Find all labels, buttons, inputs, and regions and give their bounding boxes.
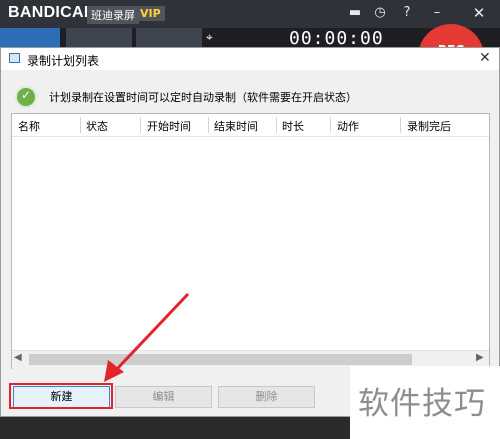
column-status[interactable]: 状态 — [86, 118, 108, 134]
scroll-left-icon[interactable]: ◀ — [14, 352, 22, 363]
column-divider[interactable] — [140, 117, 141, 133]
dialog-title: 录制计划列表 — [27, 54, 100, 68]
screen-mode-button[interactable] — [0, 28, 60, 48]
device-mode-button[interactable] — [136, 28, 202, 48]
column-end-time[interactable]: 结束时间 — [214, 118, 258, 134]
column-action[interactable]: 动作 — [337, 118, 359, 134]
clock-icon[interactable]: ◷ — [371, 4, 389, 22]
highlight-frame — [9, 383, 113, 409]
app-logo: BANDICAM — [8, 4, 98, 21]
column-divider[interactable] — [80, 117, 81, 133]
scroll-right-icon[interactable]: ▶ — [476, 352, 484, 363]
app-name-badge: 班迪录屏 — [87, 6, 139, 24]
mouse-icon[interactable]: ⌖ — [206, 30, 226, 48]
list-header: 名称 状态 开始时间 结束时间 时长 动作 录制完后 — [12, 114, 489, 137]
column-start-time[interactable]: 开始时间 — [147, 118, 191, 134]
window-icon — [9, 53, 20, 63]
column-divider[interactable] — [208, 117, 209, 133]
schedule-list[interactable]: 名称 状态 开始时间 结束时间 时长 动作 录制完后 ◀ ▶ — [11, 113, 490, 369]
column-duration[interactable]: 时长 — [282, 118, 304, 134]
dialog-title-bar: 录制计划列表 ✕ — [1, 48, 499, 70]
column-after-recording[interactable]: 录制完后 — [407, 118, 451, 134]
watermark-text: 软件技巧 — [358, 386, 486, 422]
app-title-bar: BANDICAM 班迪录屏 VIP ▬ ◷ ? – ✕ — [0, 0, 500, 28]
scrollbar-thumb[interactable] — [29, 354, 412, 365]
schedule-list-dialog: 录制计划列表 ✕ 计划录制在设置时间可以定时自动录制（软件需要在开启状态） 名称… — [0, 47, 500, 417]
column-name[interactable]: 名称 — [18, 118, 40, 134]
minimize-icon[interactable]: – — [428, 4, 446, 22]
close-icon[interactable]: ✕ — [470, 4, 488, 22]
column-divider[interactable] — [400, 117, 401, 133]
record-timer: 00:00:00 — [289, 28, 384, 49]
dialog-close-icon[interactable]: ✕ — [479, 50, 491, 66]
help-icon[interactable]: ? — [398, 4, 416, 22]
vip-badge[interactable]: VIP — [136, 6, 165, 21]
info-text: 计划录制在设置时间可以定时自动录制（软件需要在开启状态） — [49, 91, 357, 104]
column-divider[interactable] — [276, 117, 277, 133]
folder-icon[interactable]: ▬ — [346, 4, 364, 22]
edit-schedule-button[interactable]: 编辑 — [115, 386, 212, 408]
info-check-icon — [15, 86, 37, 108]
game-mode-button[interactable] — [66, 28, 132, 48]
delete-schedule-button[interactable]: 删除 — [218, 386, 315, 408]
column-divider[interactable] — [330, 117, 331, 133]
